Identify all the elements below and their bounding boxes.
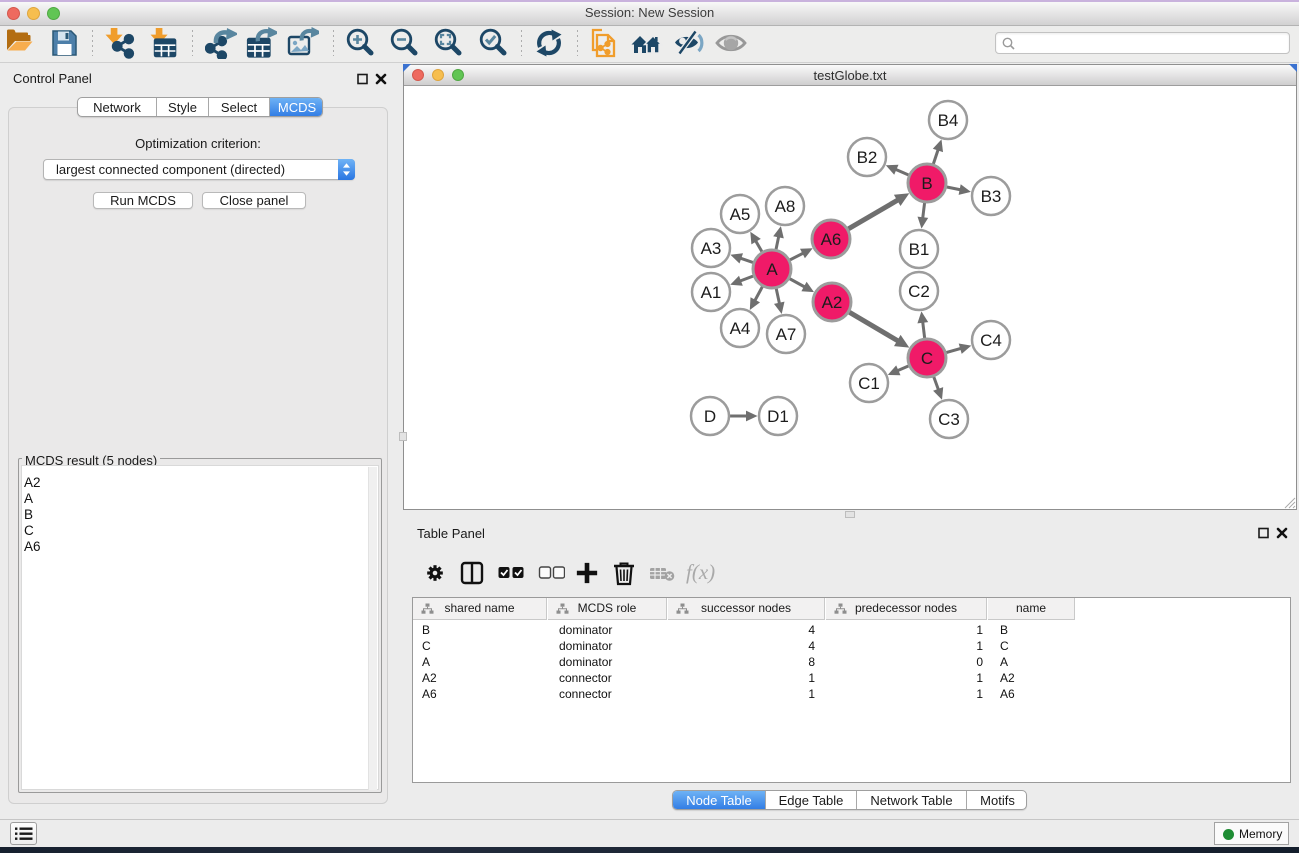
svg-text:B: B <box>921 174 932 193</box>
svg-text:B4: B4 <box>938 111 959 130</box>
svg-text:B3: B3 <box>981 187 1002 206</box>
svg-text:D1: D1 <box>767 407 789 426</box>
svg-text:B2: B2 <box>857 148 878 167</box>
svg-text:C: C <box>921 349 933 368</box>
svg-text:C4: C4 <box>980 331 1002 350</box>
svg-text:C3: C3 <box>938 410 960 429</box>
svg-text:A6: A6 <box>821 230 842 249</box>
svg-text:A1: A1 <box>701 283 722 302</box>
svg-text:A5: A5 <box>730 205 751 224</box>
svg-text:B1: B1 <box>909 240 930 259</box>
svg-text:A7: A7 <box>776 325 797 344</box>
svg-text:C1: C1 <box>858 374 880 393</box>
svg-text:A8: A8 <box>775 197 796 216</box>
svg-text:A2: A2 <box>822 293 843 312</box>
svg-text:A: A <box>766 260 778 279</box>
svg-text:A3: A3 <box>701 239 722 258</box>
svg-text:C2: C2 <box>908 282 930 301</box>
svg-text:A4: A4 <box>730 319 751 338</box>
svg-text:D: D <box>704 407 716 426</box>
